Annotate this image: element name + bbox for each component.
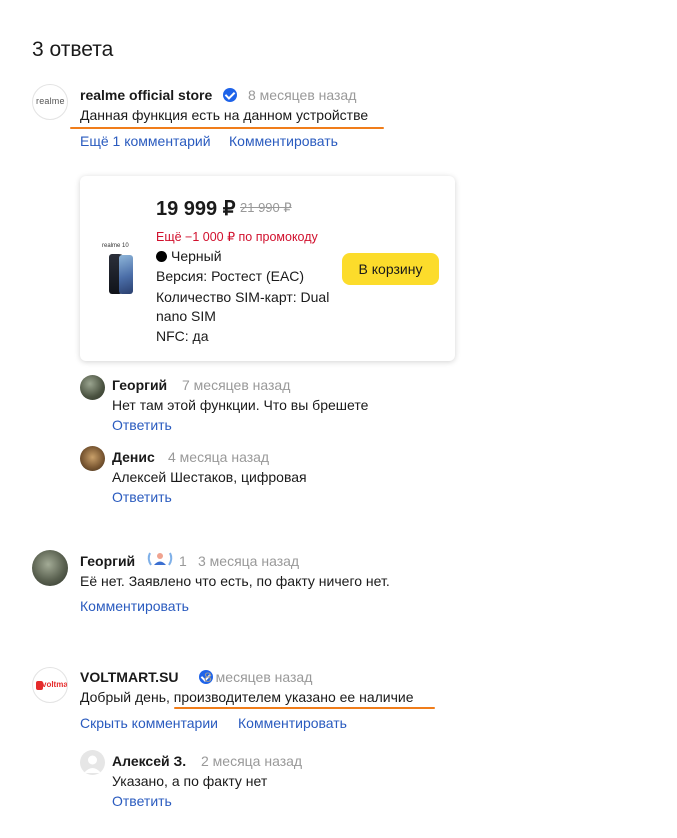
answer-text: Добрый день, производителем указано ее н… — [80, 689, 414, 705]
product-version: Версия: Ростест (EAC) — [156, 268, 305, 284]
user-icon — [84, 755, 101, 773]
reply-text: Нет там этой функции. Что вы брешете — [112, 397, 369, 413]
realme-avatar[interactable]: realme — [32, 84, 68, 120]
comment-link[interactable]: Комментировать — [229, 133, 338, 149]
highlight-underline — [70, 127, 384, 129]
reply-link[interactable]: Ответить — [112, 793, 172, 809]
product-sim-cont: nano SIM — [156, 308, 216, 324]
more-comments-link[interactable]: Ещё 1 комментарий — [80, 133, 211, 149]
answer-author[interactable]: VOLTMART.SU — [80, 669, 179, 685]
promo-text: Ещё −1 000 ₽ по промокоду — [156, 230, 318, 244]
reply-text: Алексей Шестаков, цифровая — [112, 469, 307, 485]
avatar[interactable] — [80, 446, 105, 471]
reply-time: 2 месяца назад — [201, 753, 303, 769]
answer-time: 8 месяцев назад — [248, 87, 357, 103]
reply-text: Указано, а по факту нет — [112, 773, 268, 789]
highlight-underline — [174, 707, 435, 709]
comment-link[interactable]: Комментировать — [238, 715, 347, 731]
product-old-price: 21 990 ₽ — [240, 200, 292, 215]
product-image[interactable]: realme 10 — [102, 243, 138, 297]
product-price: 19 999 ₽ — [156, 198, 236, 220]
verified-icon — [223, 88, 237, 102]
color-dot-icon — [156, 251, 167, 262]
comment-link[interactable]: Комментировать — [80, 598, 189, 614]
realme-avatar-logo: realme — [36, 96, 65, 106]
product-nfc: NFC: да — [156, 328, 209, 344]
expert-badge-icon — [145, 550, 175, 568]
add-to-cart-button[interactable]: В корзину — [342, 253, 439, 285]
voltmart-avatar[interactable]: voltmart — [32, 667, 68, 703]
answer-author[interactable]: Георгий — [80, 553, 135, 569]
product-image-label: realme 10 — [102, 243, 129, 249]
reply-time: 4 месяца назад — [168, 449, 270, 465]
answer-time: 8 месяцев назад — [204, 669, 313, 685]
avatar[interactable] — [32, 550, 68, 586]
voltmart-logo-text: voltmart — [42, 680, 68, 689]
reply-link[interactable]: Ответить — [112, 489, 172, 505]
reply-time: 7 месяцев назад — [182, 377, 291, 393]
avatar-placeholder[interactable] — [80, 750, 105, 775]
product-color-label: Черный — [171, 248, 222, 264]
avatar[interactable] — [80, 375, 105, 400]
answers-count-title: 3 ответа — [32, 38, 114, 61]
answer-author[interactable]: realme official store — [80, 87, 212, 103]
phone-front-icon — [119, 255, 133, 294]
reply-author[interactable]: Алексей З. — [112, 753, 186, 769]
answer-text: Данная функция есть на данном устройстве — [80, 107, 369, 123]
reply-author[interactable]: Денис — [112, 449, 155, 465]
reply-author[interactable]: Георгий — [112, 377, 167, 393]
product-color: Черный — [156, 246, 222, 266]
answer-text: Её нет. Заявлено что есть, по факту ниче… — [80, 573, 390, 589]
reply-link[interactable]: Ответить — [112, 417, 172, 433]
badge-count: 1 — [179, 553, 187, 569]
answer-time: 3 месяца назад — [198, 553, 300, 569]
hide-comments-link[interactable]: Скрыть комментарии — [80, 715, 218, 731]
product-sim: Количество SIM-карт: Dual — [156, 289, 330, 305]
